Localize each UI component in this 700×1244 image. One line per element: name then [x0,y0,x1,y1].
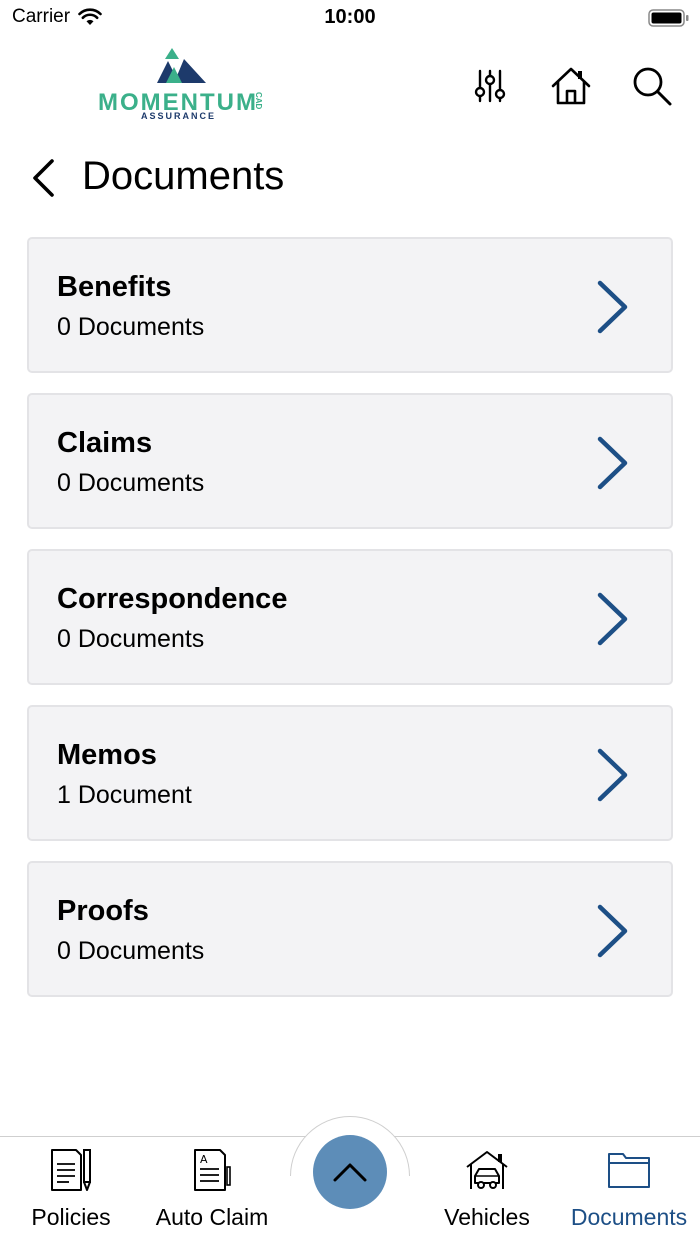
category-count: 0 Documents [57,313,205,341]
tab-documents[interactable]: Documents [559,1142,699,1238]
category-name: Correspondence [57,583,288,615]
folder-icon [559,1144,699,1196]
tab-label: Auto Claim [155,1204,269,1230]
category-count: 0 Documents [57,469,205,497]
tab-vehicles[interactable]: Vehicles [417,1142,557,1238]
battery-icon [648,8,690,33]
car-garage-icon [417,1144,557,1196]
expand-menu-button[interactable] [313,1135,387,1209]
sliders-icon [474,69,506,103]
tab-label: Documents [570,1204,688,1230]
category-name: Benefits [57,271,172,303]
category-name: Memos [57,739,157,771]
category-proofs[interactable]: Proofs 0 Documents [27,861,673,997]
document-category-list: Benefits 0 Documents Claims 0 Documents … [27,237,673,1017]
status-bar: Carrier 10:00 [0,0,700,36]
logo-subtext: ASSURANCE [141,111,217,121]
chevron-right-icon [597,904,628,958]
tab-auto-claim[interactable]: A Auto Claim [142,1142,282,1238]
title-row: Documents [0,150,700,206]
category-count: 0 Documents [57,937,205,965]
logo-cad: CAD [254,92,263,110]
category-name: Claims [57,427,153,459]
chevron-right-icon [597,592,628,646]
tab-label: Vehicles [444,1204,530,1230]
chevron-right-icon [597,436,628,490]
tab-policies[interactable]: Policies [1,1142,141,1238]
category-claims[interactable]: Claims 0 Documents [27,393,673,529]
policy-pen-icon [1,1144,141,1196]
search-button[interactable] [630,64,674,108]
category-correspondence[interactable]: Correspondence 0 Documents [27,549,673,685]
tab-label: Policies [31,1204,111,1230]
category-name: Proofs [57,895,149,927]
category-count: 0 Documents [57,625,205,653]
category-count: 1 Document [57,781,192,809]
svg-text:A: A [200,1153,208,1166]
home-icon [551,67,591,105]
logo-mountain-icon [157,48,206,83]
category-benefits[interactable]: Benefits 0 Documents [27,237,673,373]
back-button[interactable] [30,158,66,198]
category-memos[interactable]: Memos 1 Document [27,705,673,841]
filter-button[interactable] [468,64,512,108]
search-icon [633,67,672,106]
chevron-right-icon [597,748,628,802]
home-button[interactable] [549,64,593,108]
chevron-left-icon [33,159,54,197]
app-header: MOMENTUM CAD ASSURANCE [0,40,700,130]
claim-form-icon: A [142,1144,282,1196]
chevron-up-icon [333,1163,367,1182]
status-time: 10:00 [324,6,376,28]
momentum-logo[interactable]: MOMENTUM CAD ASSURANCE [96,45,271,125]
chevron-right-icon [597,280,628,334]
page-title: Documents [82,154,285,198]
